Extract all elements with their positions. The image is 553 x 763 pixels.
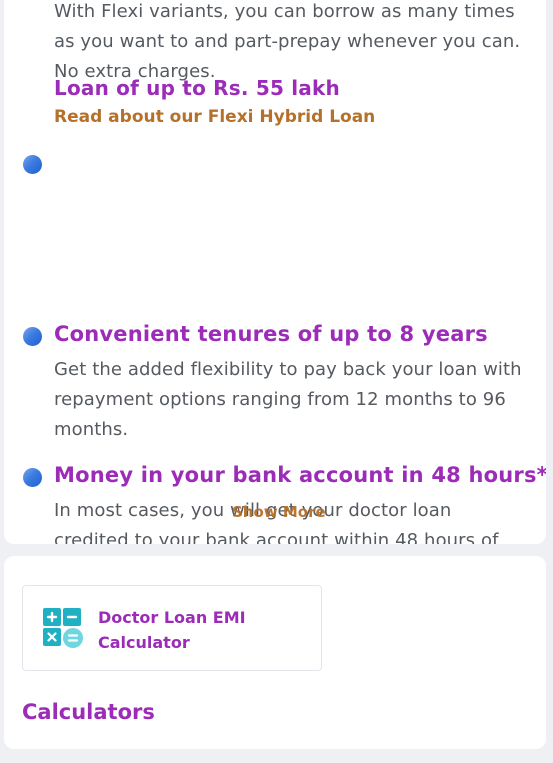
loan-amount-title: Loan of up to Rs. 55 lakh: [54, 76, 340, 100]
feature-title-tenure: Convenient tenures of up to 8 years: [54, 322, 488, 346]
show-more-link[interactable]: Show More: [232, 503, 326, 521]
calculators-heading: Calculators: [22, 700, 155, 724]
bullet-icon: [23, 327, 42, 346]
feature-title-money: Money in your bank account in 48 hours*: [54, 463, 546, 487]
bullet-icon: [23, 155, 42, 174]
flexi-intro-text: With Flexi variants, you can borrow as m…: [54, 1, 521, 82]
feature-body-tenure: Get the added flexibility to pay back yo…: [54, 359, 522, 440]
calculators-card: Doctor Loan EMI Calculator Calculators: [4, 556, 546, 749]
flexi-hybrid-loan-link[interactable]: Read about our Flexi Hybrid Loan: [54, 107, 375, 127]
features-card: With Flexi variants, you can borrow as m…: [4, 0, 546, 544]
calculator-icon: [43, 608, 83, 648]
doctor-loan-emi-calculator-tile[interactable]: Doctor Loan EMI Calculator: [22, 585, 322, 671]
bullet-icon: [23, 468, 42, 487]
calculator-tile-label: Doctor Loan EMI Calculator: [98, 608, 246, 652]
